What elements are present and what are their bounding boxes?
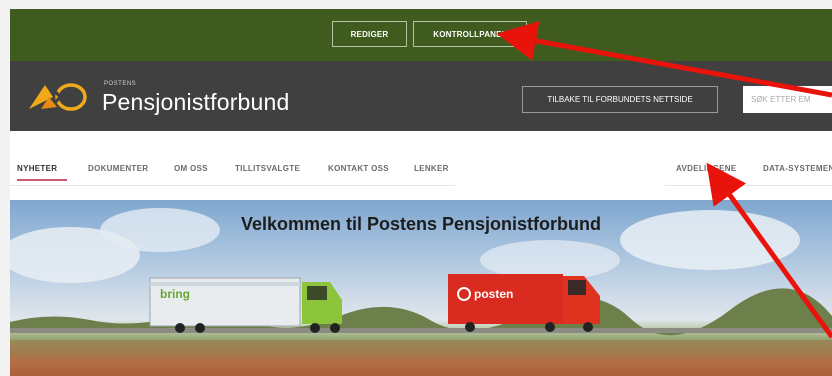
bring-truck: bring: [149, 277, 342, 333]
svg-text:bring: bring: [160, 287, 190, 301]
edit-button[interactable]: REDIGER: [332, 21, 407, 47]
posten-truck: posten: [448, 274, 600, 332]
nav-item-om-oss[interactable]: OM OSS: [174, 164, 208, 173]
nav-item-avdelingene[interactable]: AVDELINGENE: [676, 164, 737, 173]
admin-bar: REDIGER KONTROLLPANEL: [10, 9, 832, 61]
nav-divider: [10, 185, 455, 186]
main-nav: NYHETER DOKUMENTER OM OSS TILLITSVALGTE …: [10, 131, 832, 200]
browser-frame: REDIGER KONTROLLPANEL POSTENS Pensjonist…: [10, 9, 832, 376]
back-to-site-button[interactable]: TILBAKE TIL FORBUNDETS NETTSIDE: [522, 86, 718, 113]
active-tab-indicator: [17, 179, 67, 181]
svg-text:posten: posten: [474, 287, 513, 301]
nav-item-dokumenter[interactable]: DOKUMENTER: [88, 164, 148, 173]
nav-item-lenker[interactable]: LENKER: [414, 164, 449, 173]
nav-item-kontakt-oss[interactable]: KONTAKT OSS: [328, 164, 389, 173]
nav-item-nyheter[interactable]: NYHETER: [17, 164, 57, 173]
control-panel-button[interactable]: KONTROLLPANEL: [413, 21, 527, 47]
nav-item-tillitsvalgte[interactable]: TILLITSVALGTE: [235, 164, 300, 173]
search-input[interactable]: [743, 86, 832, 113]
brand-prefix: POSTENS: [104, 81, 137, 87]
nav-divider: [665, 185, 832, 186]
nav-item-data-systemer[interactable]: DATA-SYSTEMEN: [763, 164, 832, 173]
hero-banner: bring posten Velkommen til Postens Pensj…: [10, 200, 832, 376]
brand-name[interactable]: Pensjonistforbund: [102, 89, 290, 116]
hero-title: Velkommen til Postens Pensjonistforbund: [240, 214, 602, 234]
post-horn-logo-icon[interactable]: [27, 79, 89, 115]
site-header: POSTENS Pensjonistforbund TILBAKE TIL FO…: [10, 61, 832, 131]
